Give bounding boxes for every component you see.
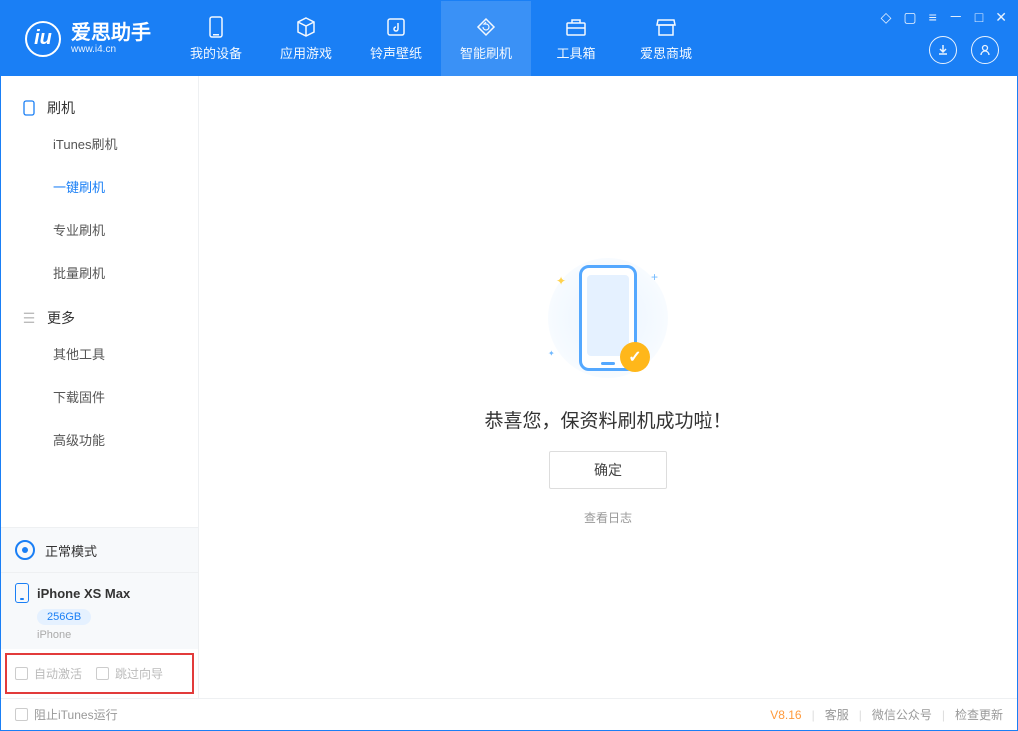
check-icon: ✓ bbox=[620, 342, 650, 372]
phone-small-icon bbox=[21, 100, 37, 116]
status-bar: 阻止iTunes运行 V8.16 | 客服 | 微信公众号 | 检查更新 bbox=[1, 698, 1017, 730]
nav-smart-flash[interactable]: 智能刷机 bbox=[441, 1, 531, 76]
shirt-icon[interactable]: ◇ bbox=[881, 9, 892, 26]
view-log-link[interactable]: 查看日志 bbox=[584, 509, 632, 526]
sidebar-group-more: ☰ 更多 bbox=[1, 294, 198, 332]
phone-icon bbox=[15, 583, 29, 603]
checkbox-label: 阻止iTunes运行 bbox=[34, 706, 118, 723]
main-content: ✦ + ✦ ✓ 恭喜您，保资料刷机成功啦！ 确定 查看日志 bbox=[199, 76, 1017, 698]
version-label: V8.16 bbox=[770, 708, 801, 722]
nav-label: 工具箱 bbox=[556, 43, 595, 62]
success-illustration: ✦ + ✦ ✓ bbox=[538, 248, 678, 388]
nav-label: 应用游戏 bbox=[280, 43, 332, 62]
logo-icon: iu bbox=[25, 21, 61, 57]
device-mode[interactable]: 正常模式 bbox=[1, 528, 198, 573]
confirm-button[interactable]: 确定 bbox=[549, 451, 667, 489]
sparkle-icon: ✦ bbox=[548, 349, 555, 358]
device-name: iPhone XS Max bbox=[37, 586, 130, 601]
success-message: 恭喜您，保资料刷机成功啦！ bbox=[484, 406, 731, 433]
sidebar-batch-flash[interactable]: 批量刷机 bbox=[53, 251, 198, 294]
maximize-button[interactable]: □ bbox=[975, 9, 983, 25]
nav-ringtones[interactable]: 铃声壁纸 bbox=[351, 1, 441, 76]
nav-label: 铃声壁纸 bbox=[370, 43, 422, 62]
mode-label: 正常模式 bbox=[45, 541, 97, 560]
device-storage: 256GB bbox=[37, 609, 91, 625]
layers-icon[interactable]: ▢ bbox=[903, 9, 916, 26]
sidebar-other-tools[interactable]: 其他工具 bbox=[53, 332, 198, 375]
main-nav: 我的设备 应用游戏 铃声壁纸 智能刷机 工具箱 爱思商城 bbox=[171, 1, 711, 76]
sidebar-download-firmware[interactable]: 下载固件 bbox=[53, 375, 198, 418]
check-update-link[interactable]: 检查更新 bbox=[955, 706, 1003, 723]
app-url: www.i4.cn bbox=[71, 44, 151, 55]
nav-apps-games[interactable]: 应用游戏 bbox=[261, 1, 351, 76]
device-type: iPhone bbox=[37, 629, 184, 641]
auto-activate-checkbox[interactable]: 自动激活 bbox=[15, 665, 82, 682]
sparkle-icon: + bbox=[651, 270, 658, 284]
sidebar-advanced[interactable]: 高级功能 bbox=[53, 418, 198, 461]
shop-icon bbox=[654, 15, 678, 39]
nav-label: 我的设备 bbox=[190, 43, 242, 62]
support-link[interactable]: 客服 bbox=[825, 706, 849, 723]
minimize-button[interactable]: － bbox=[949, 7, 963, 27]
skip-guide-checkbox[interactable]: 跳过向导 bbox=[96, 665, 163, 682]
group-title: 刷机 bbox=[47, 98, 75, 118]
group-title: 更多 bbox=[47, 308, 75, 328]
block-itunes-checkbox[interactable]: 阻止iTunes运行 bbox=[15, 706, 118, 723]
header-actions bbox=[929, 36, 999, 64]
app-logo: iu 爱思助手 www.i4.cn bbox=[1, 21, 171, 57]
download-button[interactable] bbox=[929, 36, 957, 64]
nav-label: 爱思商城 bbox=[640, 43, 692, 62]
close-button[interactable]: ✕ bbox=[995, 9, 1007, 26]
flash-options-highlighted: 自动激活 跳过向导 bbox=[5, 653, 194, 694]
sidebar-pro-flash[interactable]: 专业刷机 bbox=[53, 208, 198, 251]
nav-label: 智能刷机 bbox=[460, 43, 512, 62]
sidebar-one-click-flash[interactable]: 一键刷机 bbox=[53, 165, 198, 208]
refresh-icon bbox=[474, 15, 498, 39]
music-icon bbox=[384, 15, 408, 39]
toolbox-icon bbox=[564, 15, 588, 39]
window-controls: ◇ ▢ ≡ － □ ✕ bbox=[881, 7, 1007, 27]
sidebar-group-flash: 刷机 bbox=[1, 84, 198, 122]
checkbox-icon bbox=[15, 667, 28, 680]
checkbox-label: 跳过向导 bbox=[115, 665, 163, 682]
device-info[interactable]: iPhone XS Max 256GB iPhone bbox=[1, 573, 198, 649]
menu-icon[interactable]: ≡ bbox=[929, 9, 937, 25]
app-title: 爱思助手 bbox=[71, 22, 151, 44]
user-button[interactable] bbox=[971, 36, 999, 64]
sidebar: 刷机 iTunes刷机 一键刷机 专业刷机 批量刷机 ☰ 更多 其他工具 下载固… bbox=[1, 76, 199, 698]
nav-my-device[interactable]: 我的设备 bbox=[171, 1, 261, 76]
nav-store[interactable]: 爱思商城 bbox=[621, 1, 711, 76]
wechat-link[interactable]: 微信公众号 bbox=[872, 706, 932, 723]
device-panel: 正常模式 iPhone XS Max 256GB iPhone bbox=[1, 527, 198, 649]
cube-icon bbox=[294, 15, 318, 39]
mode-icon bbox=[15, 540, 35, 560]
sidebar-itunes-flash[interactable]: iTunes刷机 bbox=[53, 122, 198, 165]
nav-toolbox[interactable]: 工具箱 bbox=[531, 1, 621, 76]
sparkle-icon: ✦ bbox=[556, 274, 566, 288]
device-icon bbox=[204, 15, 228, 39]
app-header: iu 爱思助手 www.i4.cn 我的设备 应用游戏 铃声壁纸 智能刷机 工具… bbox=[1, 1, 1017, 76]
checkbox-icon bbox=[96, 667, 109, 680]
checkbox-label: 自动激活 bbox=[34, 665, 82, 682]
checkbox-icon bbox=[15, 708, 28, 721]
list-icon: ☰ bbox=[21, 310, 37, 327]
